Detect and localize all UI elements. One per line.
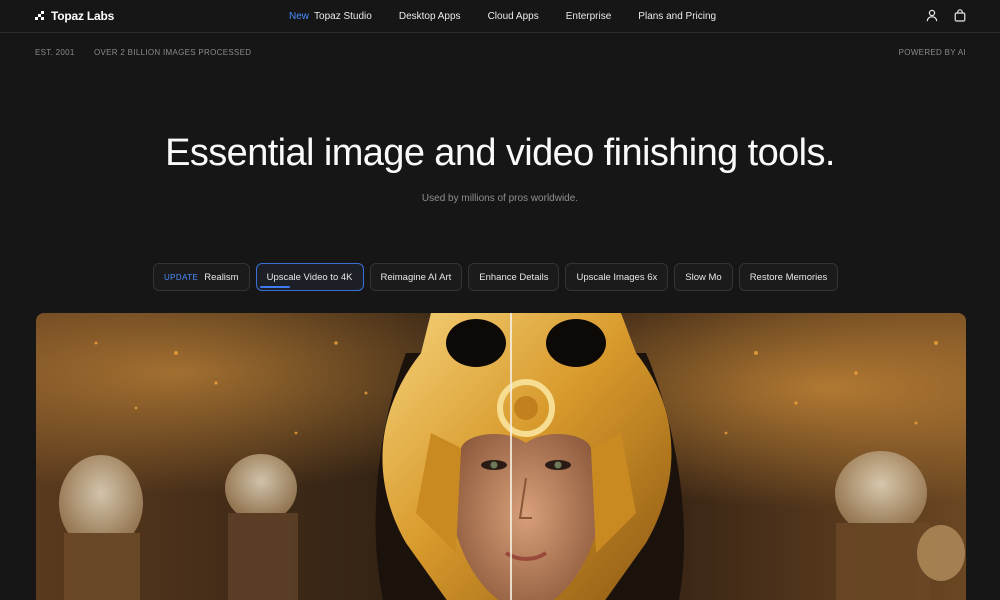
- nav-link-label: Topaz Studio: [314, 10, 372, 22]
- brand-logo[interactable]: Topaz Labs: [35, 9, 114, 23]
- images-processed-text: OVER 2 BILLION IMAGES PROCESSED: [94, 48, 252, 57]
- nav-links: New Topaz Studio Desktop Apps Cloud Apps…: [289, 0, 743, 32]
- nav-icons: [926, 9, 966, 22]
- tab-upscale-video-4k[interactable]: Upscale Video to 4K: [255, 263, 364, 291]
- update-badge: UPDATE: [164, 272, 199, 282]
- shopping-bag-icon[interactable]: [954, 9, 966, 22]
- tab-progress-fill: [259, 286, 290, 288]
- tab-reimagine-ai-art[interactable]: Reimagine AI Art: [369, 263, 463, 291]
- brand-name: Topaz Labs: [51, 9, 115, 23]
- before-after-showcase-image[interactable]: [36, 313, 966, 600]
- nav-link-desktop-apps[interactable]: Desktop Apps: [399, 11, 461, 22]
- tab-label: Upscale Video to 4K: [266, 271, 353, 283]
- tab-label: Slow Mo: [685, 271, 722, 283]
- tab-restore-memories[interactable]: Restore Memories: [738, 263, 839, 291]
- tab-realism[interactable]: UPDATE Realism: [153, 263, 250, 291]
- tab-enhance-details[interactable]: Enhance Details: [468, 263, 560, 291]
- comparison-divider: [510, 313, 512, 600]
- nav-link-label: Cloud Apps: [487, 10, 539, 22]
- user-icon[interactable]: [926, 9, 938, 22]
- nav-link-label: Plans and Pricing: [638, 10, 717, 22]
- top-nav: Topaz Labs New Topaz Studio Desktop Apps…: [0, 0, 1000, 33]
- page: Topaz Labs New Topaz Studio Desktop Apps…: [0, 0, 1000, 600]
- tab-label: Upscale Images 6x: [576, 271, 658, 283]
- tab-label: Enhance Details: [479, 271, 549, 283]
- nav-link-plans-pricing[interactable]: Plans and Pricing: [638, 11, 716, 22]
- nav-link-label: Enterprise: [565, 10, 612, 22]
- established-text: EST. 2001: [35, 48, 75, 57]
- new-badge: New: [289, 10, 310, 22]
- powered-by-text: POWERED BY AI: [898, 48, 966, 57]
- tab-slow-mo[interactable]: Slow Mo: [674, 263, 733, 291]
- tab-upscale-images-6x[interactable]: Upscale Images 6x: [565, 263, 669, 291]
- nav-link-label: Desktop Apps: [398, 10, 461, 22]
- nav-link-cloud-apps[interactable]: Cloud Apps: [488, 11, 539, 22]
- tab-label: Restore Memories: [749, 271, 828, 283]
- tab-progress-bar: [259, 286, 360, 288]
- nav-link-topaz-studio[interactable]: New Topaz Studio: [289, 11, 372, 22]
- feature-tabs: UPDATE Realism Upscale Video to 4K Reima…: [153, 263, 839, 291]
- hero-title: Essential image and video finishing tool…: [165, 132, 835, 174]
- tab-label: Reimagine AI Art: [380, 271, 452, 283]
- hero-subtitle: Used by millions of pros worldwide.: [421, 193, 579, 204]
- topaz-logo-icon: [35, 11, 45, 21]
- nav-link-enterprise[interactable]: Enterprise: [566, 11, 612, 22]
- tab-label: Realism: [204, 271, 239, 283]
- info-bar: EST. 2001 OVER 2 BILLION IMAGES PROCESSE…: [0, 48, 1000, 60]
